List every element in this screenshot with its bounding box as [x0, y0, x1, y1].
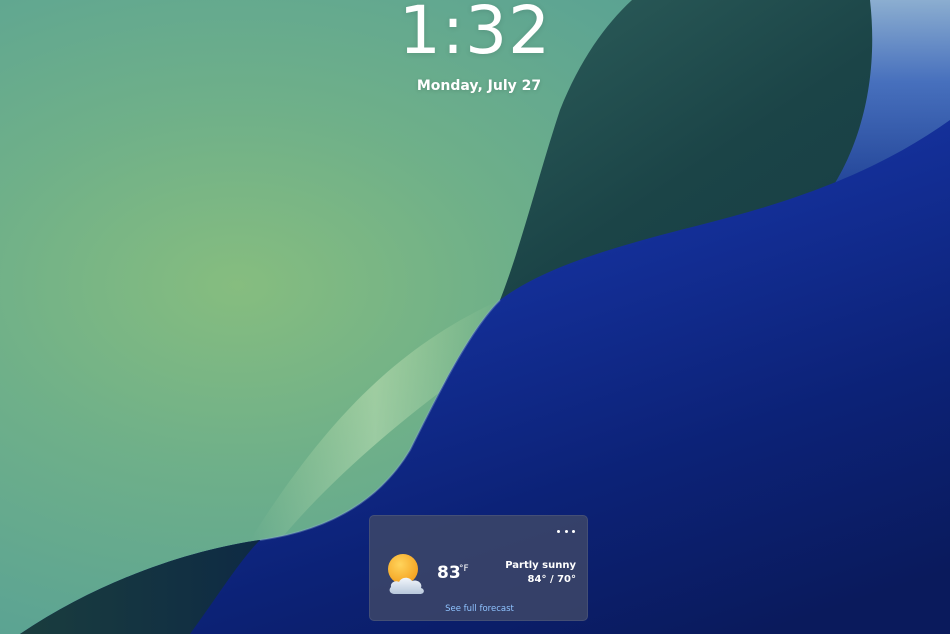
lock-screen-clock: 1:32	[398, 0, 552, 69]
lock-screen-date: Monday, July 27	[416, 78, 542, 94]
more-dot	[564, 529, 568, 533]
more-options-icon[interactable]	[557, 524, 575, 538]
more-dot	[557, 529, 560, 533]
temperature-unit: °F	[459, 564, 469, 574]
see-full-forecast-link[interactable]: See full forecast	[370, 604, 589, 614]
high-low-temperature: 84° / 70°	[527, 574, 576, 585]
weather-widget[interactable]: 83 °F Partly sunny 84° / 70° See full fo…	[369, 515, 588, 621]
more-dot	[572, 529, 575, 533]
temperature-value: 83	[437, 563, 461, 583]
partly-sunny-icon	[388, 554, 424, 594]
weather-condition: Partly sunny	[505, 560, 576, 571]
